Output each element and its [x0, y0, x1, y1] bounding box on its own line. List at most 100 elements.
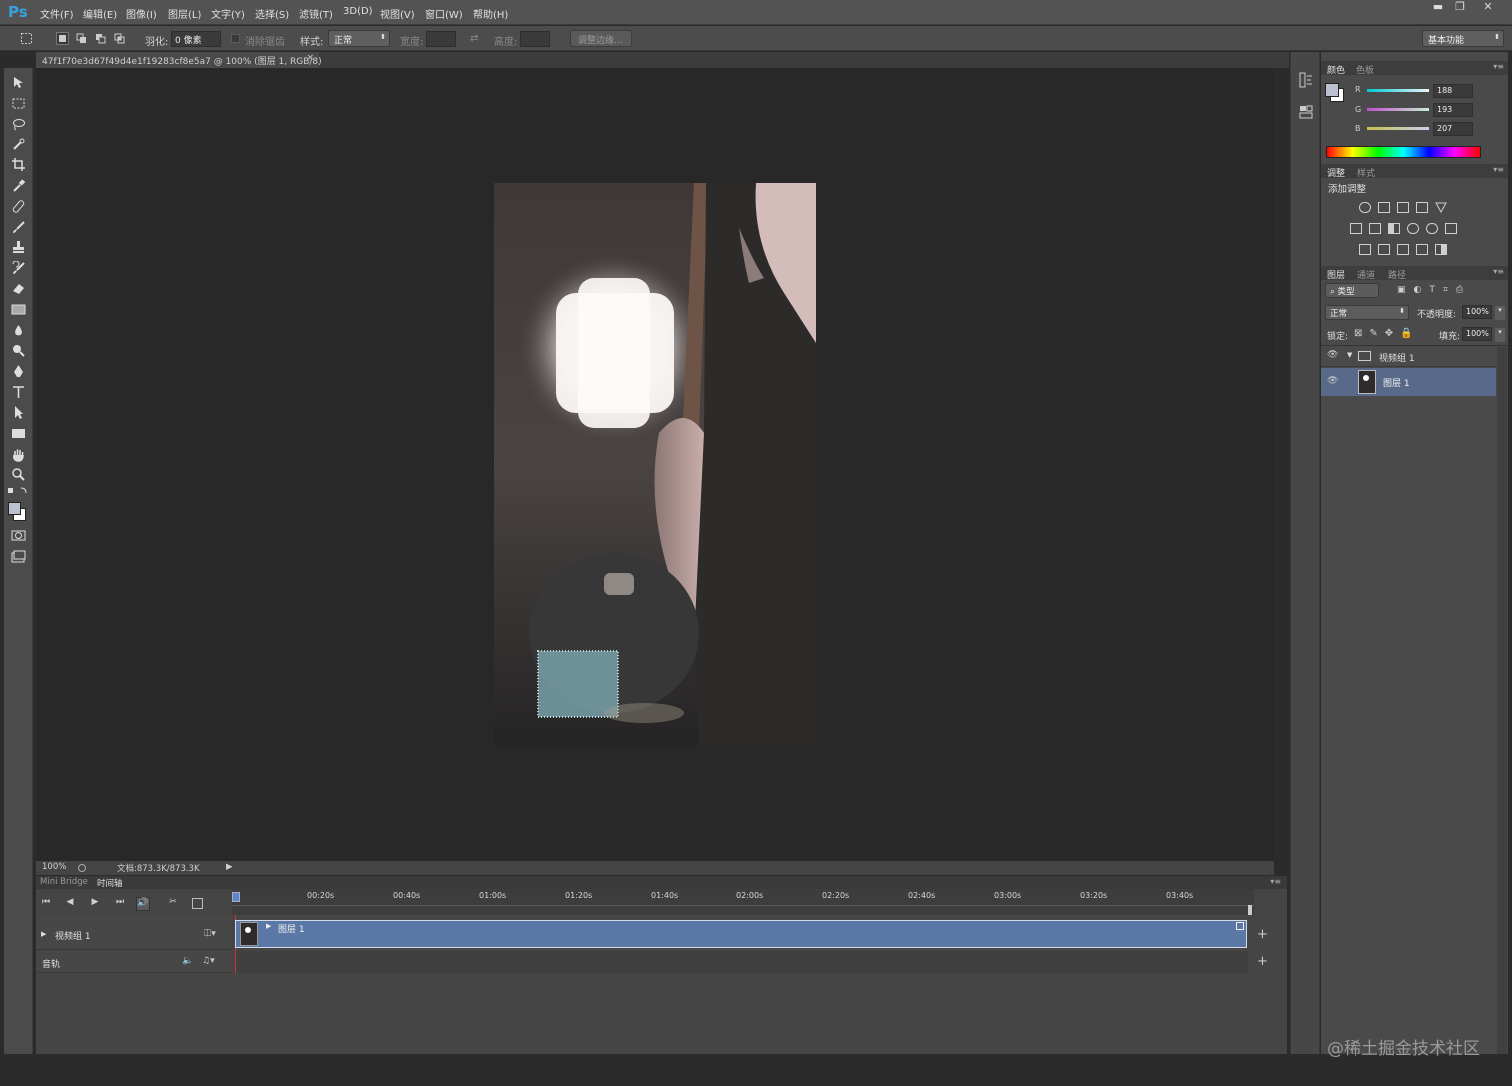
add-selection-icon[interactable]: [75, 32, 88, 45]
tab-timeline[interactable]: 时间轴: [97, 877, 123, 889]
g-input[interactable]: 193: [1433, 103, 1473, 117]
r-input[interactable]: 188: [1433, 84, 1473, 98]
feather-input[interactable]: 0 像素: [171, 31, 221, 47]
color-fg-swatch[interactable]: [1325, 83, 1339, 97]
layer-row-selected[interactable]: 👁 图层 1: [1321, 368, 1496, 396]
height-input[interactable]: [520, 31, 550, 47]
photo-filter-icon[interactable]: [1407, 223, 1419, 234]
rectangle-tool-icon[interactable]: [11, 426, 26, 441]
clone-stamp-tool-icon[interactable]: [11, 240, 26, 255]
transition-icon[interactable]: [192, 898, 203, 909]
work-area-end-handle[interactable]: [1248, 905, 1252, 915]
tab-channels[interactable]: 通道: [1357, 268, 1375, 281]
status-menu-arrow-icon[interactable]: ▶: [226, 862, 233, 872]
width-input[interactable]: [426, 31, 456, 47]
black-white-icon[interactable]: [1388, 223, 1400, 234]
document-tab[interactable]: 47f1f70e3d67f49d4e1f19283cf8e5a7 @ 100% …: [36, 52, 322, 68]
tab-layers[interactable]: 图层: [1327, 268, 1345, 281]
previous-frame-icon[interactable]: ◀: [63, 897, 77, 911]
menu-window[interactable]: 窗口(W): [425, 6, 463, 21]
music-menu-icon[interactable]: ♫▾: [202, 956, 215, 966]
dodge-tool-icon[interactable]: [11, 343, 26, 358]
marquee-preset-icon[interactable]: [20, 32, 33, 45]
history-panel-icon[interactable]: [1299, 72, 1313, 88]
tab-color[interactable]: 颜色: [1327, 63, 1345, 76]
lock-icons[interactable]: ⊠✎✥🔒: [1354, 328, 1420, 339]
type-tool-icon[interactable]: [11, 385, 26, 400]
video-track-header[interactable]: ▶ 视频组 1 ⎅▾: [36, 918, 232, 950]
invert-icon[interactable]: [1359, 244, 1371, 255]
levels-icon[interactable]: [1378, 202, 1390, 213]
antialias-checkbox[interactable]: [231, 34, 240, 43]
film-menu-icon[interactable]: ⎅▾: [204, 929, 216, 939]
timeline-ruler[interactable]: 00:20s 00:40s 01:00s 01:20s 01:40s 02:00…: [232, 889, 1254, 915]
swap-colors-icon[interactable]: [7, 486, 29, 495]
document-canvas[interactable]: [494, 183, 816, 745]
restore-button[interactable]: ❐: [1449, 1, 1471, 15]
opacity-input[interactable]: 100%: [1462, 305, 1492, 319]
posterize-icon[interactable]: [1378, 244, 1390, 255]
brightness-icon[interactable]: [1359, 202, 1371, 213]
menu-image[interactable]: 图像(I): [126, 6, 157, 21]
clip-end-icon[interactable]: [1236, 922, 1244, 930]
marquee-tool-icon[interactable]: [11, 96, 26, 111]
hue-saturation-icon[interactable]: [1350, 223, 1362, 234]
intersect-selection-icon[interactable]: [113, 32, 126, 45]
menu-file[interactable]: 文件(F): [40, 6, 74, 21]
selective-color-icon[interactable]: [1435, 244, 1447, 255]
b-slider[interactable]: [1367, 127, 1429, 130]
menu-select[interactable]: 选择(S): [255, 6, 289, 21]
next-frame-icon[interactable]: ⏭: [113, 897, 127, 911]
fill-input[interactable]: 100%: [1462, 327, 1492, 341]
menu-view[interactable]: 视图(V): [380, 6, 415, 21]
layer-filter-icons[interactable]: ▣◐T⌗⎙: [1397, 285, 1471, 295]
audio-toggle-icon[interactable]: 🔊: [136, 897, 150, 911]
blend-mode-select[interactable]: 正常 ⬍: [1325, 305, 1409, 320]
healing-brush-tool-icon[interactable]: [11, 199, 26, 214]
color-lookup-icon[interactable]: [1445, 223, 1457, 234]
split-scissors-icon[interactable]: ✂: [166, 897, 180, 911]
pen-tool-icon[interactable]: [11, 364, 26, 379]
quick-select-tool-icon[interactable]: [11, 137, 26, 152]
new-selection-icon[interactable]: [56, 32, 69, 45]
style-select[interactable]: 正常 ⬍: [328, 30, 390, 47]
panel-menu-icon[interactable]: ▾≡: [1493, 267, 1504, 276]
path-selection-tool-icon[interactable]: [11, 405, 26, 420]
work-area-bar[interactable]: [232, 905, 1254, 906]
channel-mixer-icon[interactable]: [1426, 223, 1438, 234]
menu-layer[interactable]: 图层(L): [168, 6, 201, 21]
menu-3d[interactable]: 3D(D): [343, 6, 373, 17]
crop-tool-icon[interactable]: [11, 157, 26, 172]
menu-type[interactable]: 文字(Y): [211, 6, 245, 21]
menu-help[interactable]: 帮助(H): [473, 6, 508, 21]
eyedropper-tool-icon[interactable]: [11, 178, 26, 193]
close-button[interactable]: ✕: [1476, 1, 1500, 15]
eraser-tool-icon[interactable]: [11, 281, 26, 296]
menu-edit[interactable]: 编辑(E): [83, 6, 117, 21]
g-slider[interactable]: [1367, 108, 1429, 111]
fill-dropdown-button[interactable]: ▾: [1495, 328, 1505, 342]
screen-mode-icon[interactable]: [11, 549, 26, 564]
tab-styles[interactable]: 样式: [1357, 166, 1375, 179]
expand-group-icon[interactable]: ▼: [1347, 351, 1352, 359]
layer-group-row[interactable]: 👁 ▼ 视频组 1: [1321, 347, 1496, 367]
b-input[interactable]: 207: [1433, 122, 1473, 136]
add-audio-icon[interactable]: +: [1257, 954, 1268, 969]
layers-scrollbar[interactable]: [1497, 347, 1507, 1057]
layer-filter-select[interactable]: ⌕ 类型: [1325, 283, 1379, 298]
play-icon[interactable]: ▶: [88, 897, 102, 911]
history-brush-tool-icon[interactable]: [11, 261, 26, 276]
zoom-level[interactable]: 100%: [42, 862, 66, 872]
audio-mute-icon[interactable]: 🔈: [182, 956, 193, 966]
workspace-select[interactable]: 基本功能 ⬍: [1422, 30, 1504, 47]
lasso-tool-icon[interactable]: [11, 117, 26, 132]
panel-menu-icon[interactable]: ▾≡: [1270, 877, 1281, 886]
minimize-button[interactable]: ▬: [1427, 1, 1449, 15]
tab-adjustments[interactable]: 调整: [1327, 166, 1345, 179]
color-balance-icon[interactable]: [1369, 223, 1381, 234]
curves-icon[interactable]: [1397, 202, 1409, 213]
go-to-first-frame-icon[interactable]: ⏮: [39, 897, 53, 911]
exposure-icon[interactable]: [1416, 202, 1428, 213]
panel-menu-icon[interactable]: ▾≡: [1493, 165, 1504, 174]
tab-swatches[interactable]: 色板: [1356, 63, 1374, 76]
